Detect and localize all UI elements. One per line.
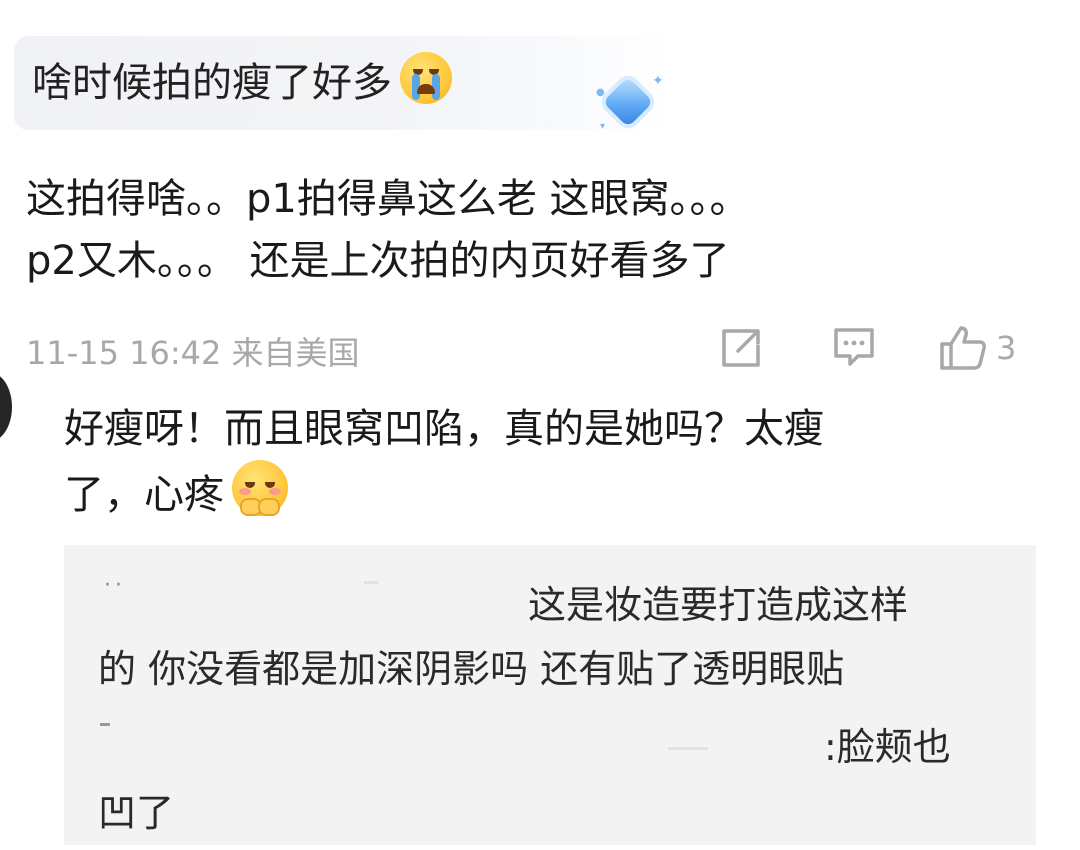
reply-line: 了，心疼 (64, 460, 1024, 526)
comment-meta-row: 11-15 16:42 来自美国 3 (26, 322, 1056, 374)
comment-line: 这拍得啥。。p1拍得鼻这么老 这眼窝。。。 (26, 176, 750, 222)
sub-reply-line: 这是妆造要打造成这样 (528, 583, 909, 627)
quoted-post-label: 啥时候拍的瘦了好多 (32, 60, 392, 106)
blue-diamond-sticker-icon: ✦ ● ▾ · · · (550, 73, 664, 132)
comment-meta: 11-15 16:42 来自美国 (26, 328, 360, 374)
comment-timestamp: 11-15 16:42 (26, 334, 222, 372)
comment-body: 这拍得啥。。p1拍得鼻这么老 这眼窝。。。 p2又木。。。 还是上次拍的内页好看… (26, 168, 1066, 292)
like-button[interactable]: 3 (938, 324, 1016, 372)
comment-bubble-icon (834, 328, 874, 366)
redacted-username-marks: ·· (104, 573, 126, 598)
reply-body: 好瘦呀！而且眼窝凹陷，真的是她吗？太瘦 了，心疼 (64, 398, 1024, 526)
comment-button[interactable] (830, 324, 878, 372)
sub-reply-line: 凹了 (98, 791, 175, 835)
share-square-icon (722, 329, 760, 367)
comment-line: p2又木。。。 还是上次拍的内页好看多了 (26, 238, 730, 284)
reply-line-text: 了，心疼 (64, 472, 224, 518)
comment-location: 来自美国 (231, 334, 360, 372)
sub-reply-line: 的 你没看都是加深阴影吗 还有贴了透明眼贴 (98, 647, 845, 691)
redaction-mark (668, 747, 708, 750)
sub-reply-line: :脸颊也 (824, 725, 951, 769)
crying-face-emoji-icon (400, 52, 452, 104)
quoted-post-text: 啥时候拍的瘦了好多 (32, 52, 452, 111)
thumbs-up-icon (940, 326, 986, 370)
like-count: 3 (996, 329, 1017, 367)
forward-button[interactable] (718, 324, 764, 372)
reply-line: 好瘦呀！而且眼窝凹陷，真的是她吗？太瘦 (64, 406, 824, 452)
sub-reply-box[interactable]: ·· 这是妆造要打造成这样 的 你没看都是加深阴影吗 还有贴了透明眼贴 :脸颊也… (64, 545, 1036, 845)
covering-face-emoji-icon (232, 460, 288, 516)
redaction-mark (364, 581, 378, 584)
avatar[interactable] (0, 372, 12, 442)
redaction-mark (100, 723, 110, 726)
